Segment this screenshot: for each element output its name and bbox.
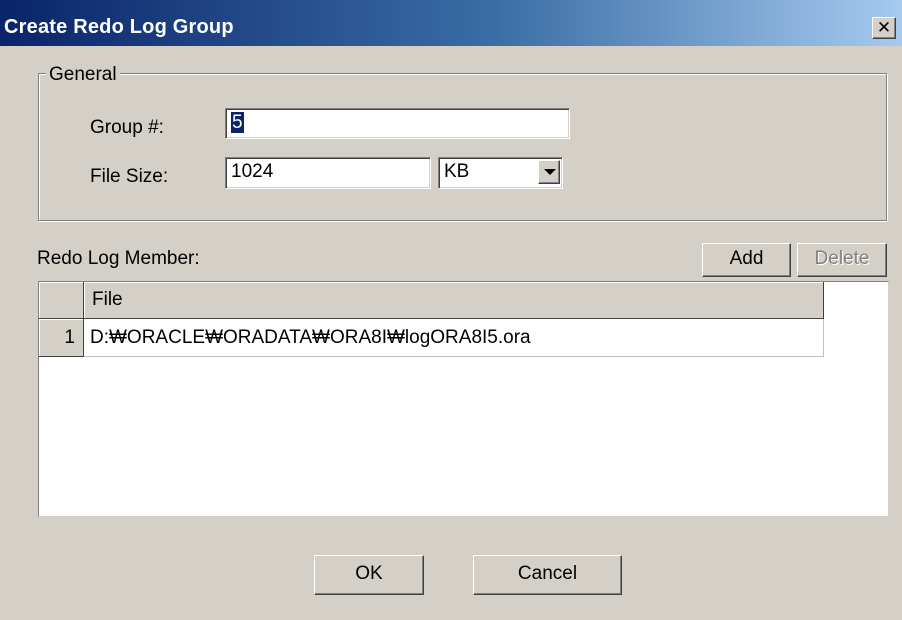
file-size-input[interactable]: 1024 [225, 157, 431, 189]
unit-select-value: KB [444, 161, 470, 182]
redo-log-member-label: Redo Log Member: [37, 248, 200, 269]
general-legend: General [46, 64, 120, 86]
grid-corner-header [39, 282, 84, 319]
dialog-title: Create Redo Log Group [4, 16, 234, 38]
add-button[interactable]: Add [702, 243, 791, 277]
members-grid: File 1 D:₩ORACLE₩ORADATA₩ORA8I₩logORA8I5… [38, 281, 889, 517]
row-header[interactable]: 1 [39, 319, 84, 357]
file-path-cell[interactable]: D:₩ORACLE₩ORADATA₩ORA8I₩logORA8I5.ora [84, 319, 824, 357]
file-size-label: File Size: [90, 166, 169, 187]
cancel-button[interactable]: Cancel [473, 555, 622, 595]
group-number-value: 5 [231, 112, 244, 133]
group-number-input[interactable]: 5 [225, 108, 570, 139]
dialog-window: Create Redo Log Group ✕ General Group #:… [0, 0, 902, 620]
ok-button[interactable]: OK [314, 555, 424, 595]
title-bar[interactable]: Create Redo Log Group ✕ [0, 0, 902, 46]
column-header-file[interactable]: File [84, 282, 824, 319]
group-number-label: Group #: [90, 117, 164, 138]
file-size-value: 1024 [231, 161, 274, 182]
delete-button[interactable]: Delete [797, 243, 887, 277]
unit-select[interactable]: KB [438, 157, 563, 189]
close-button[interactable]: ✕ [872, 17, 896, 39]
close-icon: ✕ [876, 18, 892, 37]
general-groupbox [38, 73, 887, 221]
chevron-down-icon[interactable] [538, 160, 560, 184]
